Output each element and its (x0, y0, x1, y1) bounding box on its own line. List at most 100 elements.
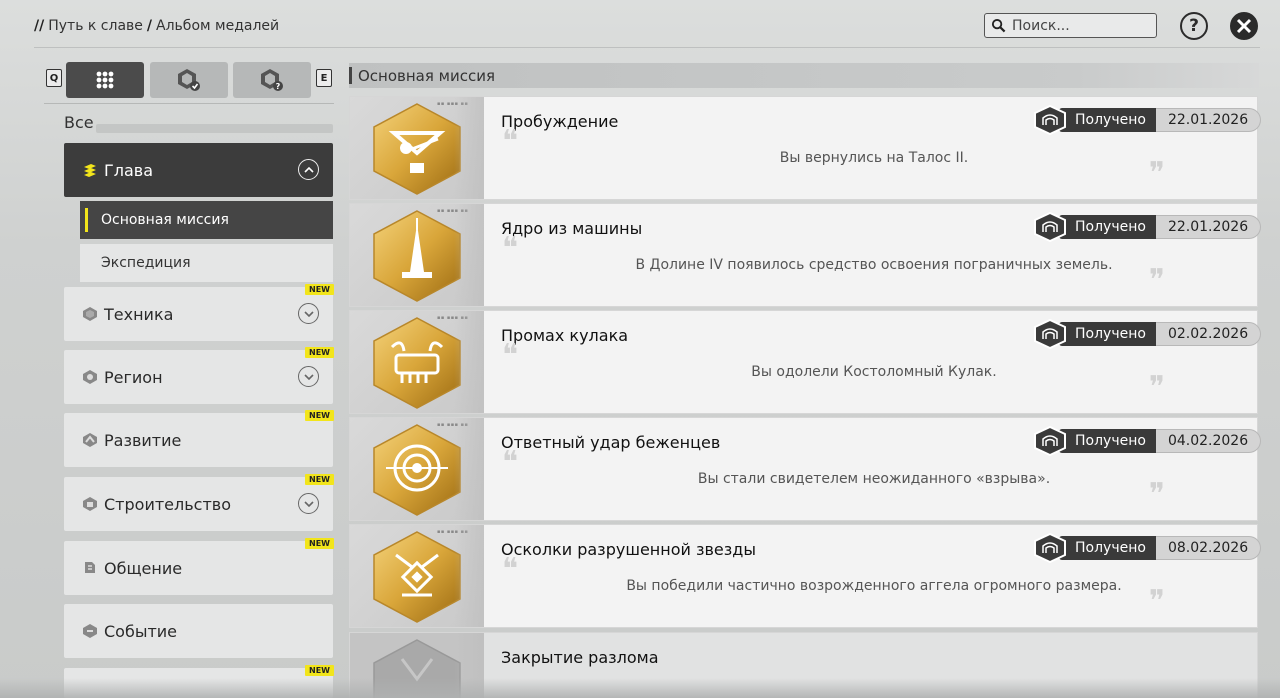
breadcrumb-separator: / (146, 18, 153, 34)
medal-title: Осколки разрушенной звезды (501, 540, 756, 559)
medal-image-area: ▪▪ ▪▪▪ ▪▪ (350, 204, 484, 306)
chevron-up-icon[interactable] (298, 159, 319, 180)
sidebar-item-construction[interactable]: Строительство NEW (64, 474, 334, 531)
quote-close-icon: ❞ (1148, 263, 1165, 298)
medal-image-area: ▪▪ ▪▪▪ ▪▪ (350, 418, 484, 520)
medal-mini-tag: ▪▪ ▪▪▪ ▪▪ (437, 101, 469, 107)
medal-title: Промах кулака (501, 326, 629, 345)
tab-obtained-medals[interactable] (150, 62, 228, 98)
bottom-fade (0, 678, 1280, 698)
status-date: 04.02.2026 (1155, 428, 1262, 453)
chevron-down-icon[interactable] (298, 366, 319, 387)
new-badge: NEW (305, 665, 334, 676)
filter-all-label: Все (64, 113, 94, 132)
medal-filter-tabs: Q ? E (44, 62, 334, 98)
medal-card[interactable]: ▪▪ ▪▪▪ ▪▪ Осколки разрушенной звезды ❝ В… (349, 524, 1262, 628)
help-button[interactable]: ? (1180, 12, 1208, 40)
new-badge: NEW (305, 538, 334, 549)
search-input[interactable]: Поиск... (984, 13, 1157, 38)
status-date: 02.02.2026 (1155, 321, 1262, 346)
medal-question-icon: ? (261, 69, 283, 91)
chevron-down-icon[interactable] (298, 303, 319, 324)
search-icon (991, 18, 1006, 33)
status-label: Получено (1059, 535, 1156, 560)
quote-close-icon: ❞ (1148, 584, 1165, 619)
sidebar-item-label: Техника (104, 304, 174, 324)
sidebar-item-development[interactable]: Развитие NEW (64, 410, 334, 467)
status-label: Получено (1059, 107, 1156, 132)
sidebar-item-region[interactable]: Регион NEW (64, 347, 334, 404)
medal-title: Закрытие разлома (501, 648, 659, 667)
status-date: 22.01.2026 (1155, 107, 1262, 132)
medal-mini-tag: ▪▪ ▪▪▪ ▪▪ (437, 315, 469, 321)
medal-description: В Долине IV появилось средство освоения … (635, 257, 1113, 273)
sidebar-item-chapter[interactable]: Глава (64, 143, 333, 197)
medal-star-icon (373, 531, 461, 623)
breadcrumb-item-medal-album: Альбом медалей (156, 18, 280, 34)
medal-card[interactable]: ▪▪ ▪▪▪ ▪▪ Ядро из машины ❝ В Долине IV п… (349, 203, 1262, 307)
status-date: 22.01.2026 (1155, 214, 1262, 239)
sidebar-item-communication[interactable]: Общение NEW (64, 538, 334, 595)
medal-target-icon (373, 424, 461, 516)
grid-icon (96, 71, 114, 89)
medal-card[interactable]: ▪▪ ▪▪▪ ▪▪ Ответный удар беженцев ❝ Вы ст… (349, 417, 1262, 521)
obtained-badge-icon (1034, 211, 1066, 242)
medal-title: Пробуждение (501, 112, 619, 131)
chevron-down-icon[interactable] (298, 493, 319, 514)
sidebar-item-label: Общение (104, 558, 183, 578)
breadcrumb-separator: // (34, 18, 45, 34)
sidebar-item-label: Регион (104, 367, 163, 387)
status-date: 08.02.2026 (1155, 535, 1262, 560)
section-header: Основная миссия (349, 63, 1259, 88)
sidebar-subitem-main-mission[interactable]: Основная миссия (80, 201, 333, 239)
region-icon (83, 370, 97, 384)
status-badge: Получено 22.01.2026 (1033, 211, 1262, 242)
sidebar-subitem-label: Экспедиция (101, 255, 191, 271)
medal-mini-tag: ▪▪ ▪▪▪ ▪▪ (437, 529, 469, 535)
new-badge: NEW (305, 347, 334, 358)
status-badge: Получено 02.02.2026 (1033, 318, 1262, 349)
quote-close-icon: ❞ (1148, 370, 1165, 405)
key-hint-e: E (316, 69, 332, 87)
top-bar: // Путь к славе / Альбом медалей Поиск..… (0, 0, 1280, 50)
medal-card[interactable]: ▪▪ ▪▪▪ ▪▪ Промах кулака ❝ Вы одолели Кос… (349, 310, 1262, 414)
sidebar-item-technique[interactable]: Техника NEW (64, 284, 334, 341)
breadcrumb: // Путь к славе / Альбом медалей (34, 18, 279, 34)
event-icon (83, 624, 97, 638)
help-icon: ? (1189, 16, 1199, 36)
medal-tower-icon (373, 210, 461, 302)
top-divider (34, 47, 1260, 48)
breadcrumb-item-path-to-glory[interactable]: Путь к славе (48, 18, 143, 34)
status-label: Получено (1059, 214, 1156, 239)
quote-close-icon: ❞ (1148, 477, 1165, 512)
obtained-badge-icon (1034, 425, 1066, 456)
close-icon (1236, 18, 1252, 34)
medal-description: Вы вернулись на Талос II. (779, 150, 969, 166)
quote-close-icon: ❞ (1148, 156, 1165, 191)
tab-all-medals[interactable] (66, 62, 144, 98)
medal-image-area: ▪▪ ▪▪▪ ▪▪ (350, 525, 484, 627)
sidebar-item-event[interactable]: Событие (64, 604, 333, 658)
obtained-badge-icon (1034, 318, 1066, 349)
filter-all-bar (96, 124, 333, 133)
sidebar-item-label: Развитие (104, 430, 182, 450)
status-label: Получено (1059, 428, 1156, 453)
chapter-icon (84, 164, 96, 177)
close-button[interactable] (1230, 12, 1258, 40)
sidebar-subitem-expedition[interactable]: Экспедиция (80, 244, 333, 282)
obtained-badge-icon (1034, 104, 1066, 135)
medal-fist-icon (373, 317, 461, 409)
medal-title: Ядро из машины (501, 219, 643, 238)
sidebar-item-label: Строительство (104, 494, 231, 514)
medal-check-icon (178, 69, 200, 91)
medal-image-area: ▪▪ ▪▪▪ ▪▪ (350, 311, 484, 413)
tab-missing-medals[interactable]: ? (233, 62, 311, 98)
obtained-badge-icon (1034, 532, 1066, 563)
sidebar-subitem-label: Основная миссия (101, 212, 229, 228)
svg-text:?: ? (276, 82, 281, 91)
medal-card[interactable]: ▪▪ ▪▪▪ ▪▪ Пробуждение ❝ Вы вернулись на … (349, 96, 1262, 200)
section-title: Основная миссия (358, 66, 495, 85)
sidebar-divider (44, 103, 334, 104)
status-badge: Получено 08.02.2026 (1033, 532, 1262, 563)
new-badge: NEW (305, 474, 334, 485)
